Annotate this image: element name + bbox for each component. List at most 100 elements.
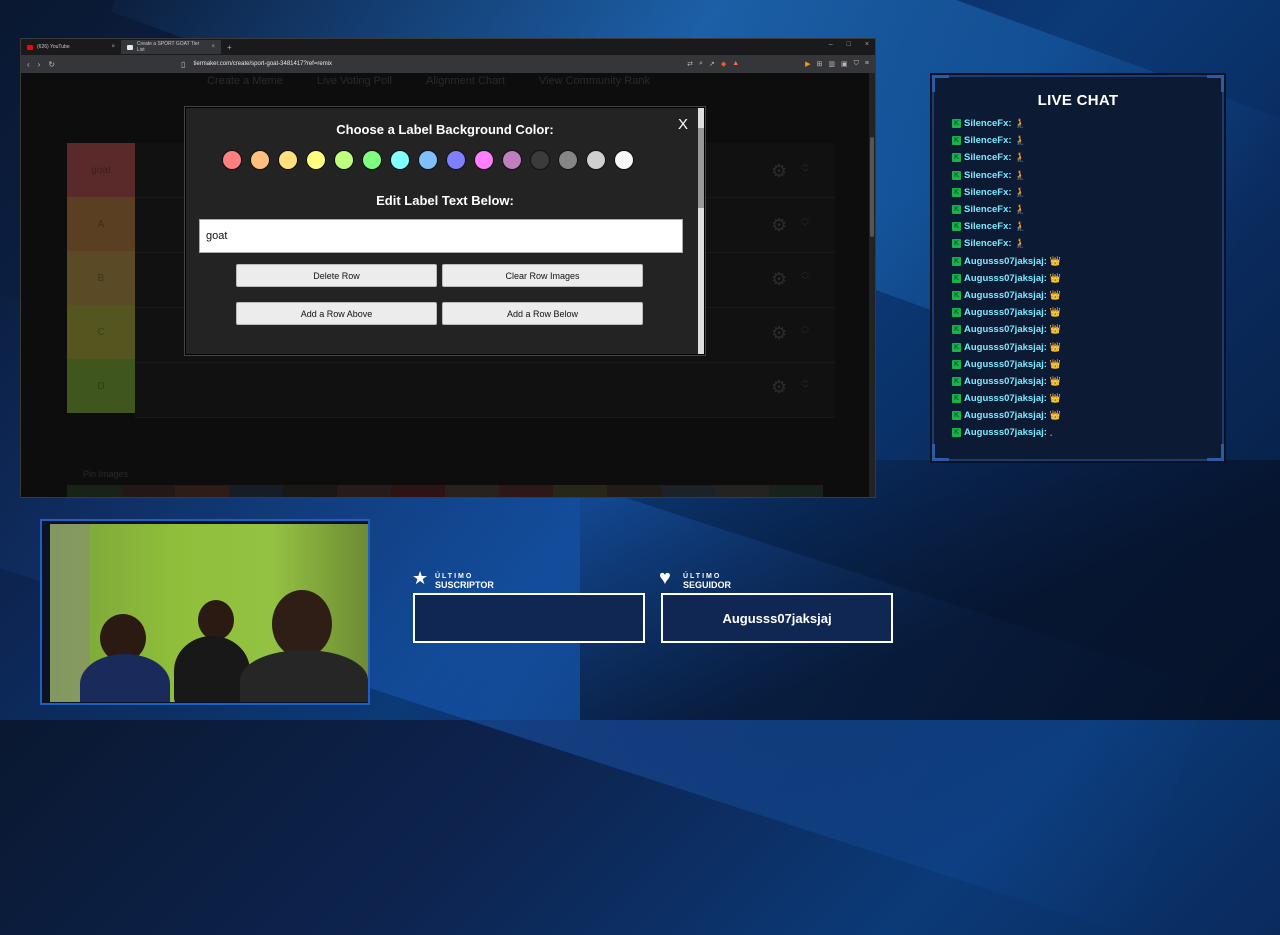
tier-label[interactable]: D <box>67 359 135 413</box>
color-swatch[interactable] <box>446 150 466 170</box>
kick-badge-icon: K <box>952 153 961 163</box>
image-thumbnail[interactable] <box>391 485 445 497</box>
tier-label[interactable]: goat <box>67 143 135 197</box>
close-icon[interactable]: × <box>211 44 215 50</box>
minimize-icon[interactable]: – <box>829 41 833 48</box>
menu-icon[interactable]: ≡ <box>865 60 869 68</box>
color-swatch[interactable] <box>418 150 438 170</box>
edit-label-dialog: X Choose a Label Background Color: Edit … <box>185 107 705 355</box>
color-swatch[interactable] <box>474 150 494 170</box>
color-swatch[interactable] <box>250 150 270 170</box>
chat-username: SilenceFx: <box>964 152 1012 164</box>
image-thumbnail[interactable] <box>661 485 715 497</box>
color-swatch[interactable] <box>306 150 326 170</box>
kick-badge-icon: K <box>952 376 961 386</box>
webcam-feed <box>50 524 368 702</box>
add-row-above-button[interactable]: Add a Row Above <box>236 302 437 325</box>
move-row-icon[interactable]: ︿ ﹀ <box>801 267 809 285</box>
clear-row-images-button[interactable]: Clear Row Images <box>442 264 643 287</box>
nav-community-rank[interactable]: View Community Rank <box>539 75 650 87</box>
tab-tiermaker[interactable]: Create a SPORT GOAT Tier List × <box>121 40 221 54</box>
image-thumbnail[interactable] <box>337 485 391 497</box>
forward-icon[interactable]: › <box>38 60 41 69</box>
color-swatch[interactable] <box>530 150 550 170</box>
bookmark-icon[interactable]: ▯ <box>181 60 185 69</box>
close-window-icon[interactable]: × <box>865 41 869 48</box>
image-thumbnail[interactable] <box>175 485 229 497</box>
color-swatch[interactable] <box>390 150 410 170</box>
color-swatch[interactable] <box>222 150 242 170</box>
color-swatch[interactable] <box>278 150 298 170</box>
gear-icon[interactable]: ⚙ <box>771 269 787 290</box>
color-swatch[interactable] <box>502 150 522 170</box>
wallet-icon[interactable]: ▣ <box>841 60 848 68</box>
image-thumbnail[interactable] <box>499 485 553 497</box>
image-thumbnail[interactable] <box>769 485 823 497</box>
kick-badge-icon: K <box>952 342 961 352</box>
heart-icon: ♥ <box>659 567 671 589</box>
image-thumbnail[interactable] <box>229 485 283 497</box>
extension-icon[interactable]: ⊞ <box>817 60 823 68</box>
rewards-icon[interactable]: ▲ <box>732 60 739 68</box>
image-thumbnail[interactable] <box>607 485 661 497</box>
move-row-icon[interactable]: ︿ ﹀ <box>801 159 809 177</box>
chat-message: K Augusss07jaksjaj: 👑 <box>952 356 1061 373</box>
tier-label[interactable]: A <box>67 197 135 251</box>
add-row-below-button[interactable]: Add a Row Below <box>442 302 643 325</box>
tier-label[interactable]: C <box>67 305 135 359</box>
color-swatch[interactable] <box>362 150 382 170</box>
person-silhouette <box>272 590 332 658</box>
label-text-input[interactable] <box>199 219 683 253</box>
translate-icon[interactable]: ⇄ <box>687 60 693 68</box>
pin-images-label[interactable]: Pin Images <box>83 469 128 479</box>
nav-create-meme[interactable]: Create a Meme <box>207 75 283 87</box>
tier-row[interactable] <box>135 363 835 418</box>
vpn-icon[interactable]: ⛉ <box>854 60 859 68</box>
color-heading: Choose a Label Background Color: <box>336 122 554 137</box>
image-thumbnail[interactable] <box>121 485 175 497</box>
kick-badge-icon: K <box>952 222 961 232</box>
image-thumbnail[interactable] <box>553 485 607 497</box>
kick-badge-icon: K <box>952 325 961 335</box>
tab-youtube[interactable]: (626) YouTube × <box>21 40 121 54</box>
kick-badge-icon: K <box>952 119 961 129</box>
gear-icon[interactable]: ⚙ <box>771 377 787 398</box>
move-row-icon[interactable]: ︿ ﹀ <box>801 375 809 393</box>
page-scrollbar[interactable] <box>869 73 875 497</box>
move-row-icon[interactable]: ︿ ﹀ <box>801 213 809 231</box>
nav-alignment-chart[interactable]: Alignment Chart <box>426 75 505 87</box>
share-icon[interactable]: ↗ <box>709 60 715 68</box>
play-icon[interactable]: ▶ <box>805 60 810 68</box>
nav-live-voting[interactable]: Live Voting Poll <box>317 75 392 87</box>
maximize-icon[interactable]: □ <box>847 41 851 48</box>
color-swatch[interactable] <box>334 150 354 170</box>
close-icon[interactable]: × <box>111 44 115 50</box>
gear-icon[interactable]: ⚙ <box>771 161 787 182</box>
tier-label[interactable]: B <box>67 251 135 305</box>
back-icon[interactable]: ‹ <box>27 60 30 69</box>
gear-icon[interactable]: ⚙ <box>771 215 787 236</box>
move-row-icon[interactable]: ︿ ﹀ <box>801 321 809 339</box>
new-tab-button[interactable]: + <box>221 43 238 52</box>
reload-icon[interactable]: ↻ <box>48 60 55 69</box>
color-swatch[interactable] <box>614 150 634 170</box>
zoom-icon[interactable]: ⌕ <box>699 60 703 68</box>
image-thumbnail[interactable] <box>283 485 337 497</box>
brave-shield-icon[interactable]: ◆ <box>721 60 726 68</box>
image-thumbnail[interactable] <box>715 485 769 497</box>
url-field[interactable]: tiermaker.com/create/sport-goat-3481417?… <box>193 61 332 67</box>
chat-username: Augusss07jaksjaj: <box>964 410 1047 422</box>
chat-message: K Augusss07jaksjaj: 👑 <box>952 407 1061 424</box>
text-heading: Edit Label Text Below: <box>376 193 514 208</box>
image-thumbnail[interactable] <box>445 485 499 497</box>
color-swatch[interactable] <box>558 150 578 170</box>
dialog-scrollbar[interactable] <box>698 108 704 354</box>
image-thumbnail[interactable] <box>67 485 121 497</box>
chat-username: SilenceFx: <box>964 169 1012 181</box>
color-swatch[interactable] <box>586 150 606 170</box>
person-silhouette <box>174 636 250 702</box>
sidebar-icon[interactable]: ▥ <box>828 60 835 68</box>
gear-icon[interactable]: ⚙ <box>771 323 787 344</box>
delete-row-button[interactable]: Delete Row <box>236 264 437 287</box>
chat-emote: 🧎 <box>1014 204 1026 215</box>
